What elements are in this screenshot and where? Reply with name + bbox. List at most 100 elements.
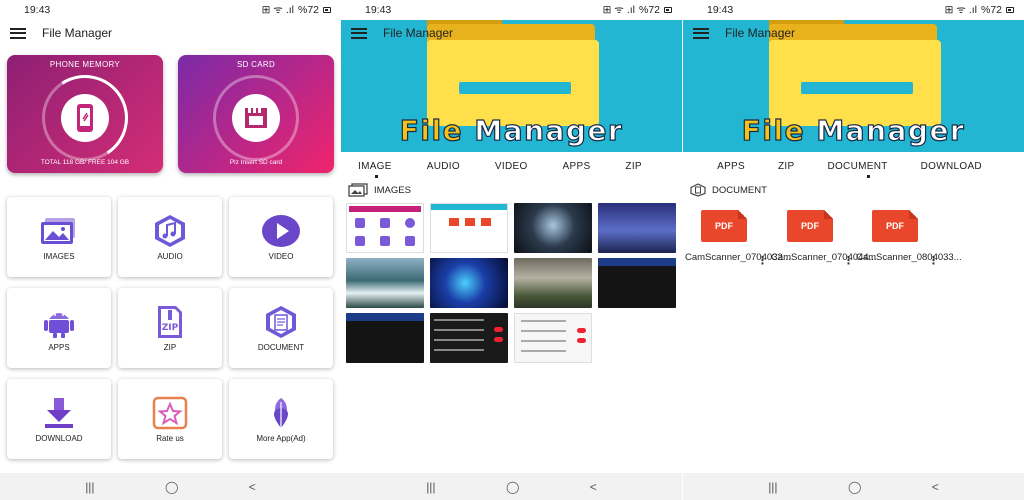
tab-image[interactable]: IMAGE [358,161,392,172]
svg-text:ZIP: ZIP [162,323,179,333]
more-options-icon[interactable]: ⋮ [757,254,768,267]
image-thumbnail[interactable] [514,258,592,308]
status-icons: ⊞ ᯤ .ıl [261,4,294,16]
sd-card-label: SD CARD [236,60,276,69]
document-name: CamScanner_0704044... [771,252,877,263]
images-icon [38,214,80,248]
document-section-header: DOCUMENT [690,183,767,197]
images-section-header: IMAGES [348,183,411,197]
video-label: VIDEO [268,251,294,261]
status-time: 19:43 [707,4,734,16]
system-nav-bar: ||| ◯ < [683,473,1024,500]
more-options-icon[interactable]: ⋮ [843,254,854,267]
document-tile[interactable]: DOCUMENT [229,288,333,368]
battery-icon [1006,7,1014,13]
download-icon [38,396,80,430]
zip-icon: ZIP [149,305,191,339]
home-button[interactable]: ◯ [165,480,178,494]
image-thumbnail[interactable] [430,258,508,308]
tab-image[interactable]: I [683,161,684,172]
documents-screen: 19:43 ⊞ ᯤ .ıl %72 File Manager File Mana… [683,0,1024,500]
recent-apps-button[interactable]: ||| [85,480,94,494]
apps-tile[interactable]: APPS [7,288,111,368]
status-bar: 19:43 ⊞ ᯤ .ıl %72 [683,0,1024,20]
image-thumbnail[interactable] [430,203,508,253]
document-icon [260,305,302,339]
zip-tile[interactable]: ZIP ZIP [118,288,222,368]
menu-icon[interactable] [693,27,709,39]
pdf-icon: PDF [872,210,918,242]
phone-memory-footer: TOTAL 118 GB/ FREE 104 GB [40,159,130,166]
status-time: 19:43 [365,4,392,16]
tab-zip[interactable]: ZIP [778,161,794,172]
home-button[interactable]: ◯ [506,480,519,494]
app-bar: File Manager [683,20,1024,46]
recent-apps-button[interactable]: ||| [768,480,777,494]
tab-video[interactable]: VIDEO [495,161,528,172]
image-thumbnail[interactable] [514,203,592,253]
image-grid [346,203,678,363]
rate-us-label: Rate us [156,433,184,443]
sd-card-icon [232,94,280,142]
android-icon [38,305,80,339]
image-thumbnail[interactable] [346,258,424,308]
tab-apps[interactable]: APPS [717,161,745,172]
banner-title: File Manager [741,113,966,147]
images-tile[interactable]: IMAGES [7,197,111,277]
battery-percent: %72 [980,4,1002,16]
app-bar: File Manager [0,20,341,46]
tab-audio[interactable]: AUDIO [427,161,460,172]
document-icon [690,183,706,197]
images-section-title: IMAGES [374,184,411,196]
category-tabs: I APPS ZIP DOCUMENT DOWNLOAD [683,157,1024,175]
image-thumbnail[interactable] [430,313,508,363]
system-nav-bar: ||| ◯ < [0,473,341,500]
phone-memory-usage-ring [33,66,137,170]
sd-card-card[interactable]: SD CARD Plz Insert SD card [178,55,334,173]
home-button[interactable]: ◯ [848,480,861,494]
download-label: DOWNLOAD [35,433,83,443]
tab-zip[interactable]: ZIP [625,161,641,172]
audio-icon [149,214,191,248]
battery-icon [323,7,331,13]
tab-document[interactable]: DOCUMENT [827,161,887,172]
back-button[interactable]: < [590,480,597,494]
pdf-icon: PDF [787,210,833,242]
images-screen: 19:43 ⊞ ᯤ .ıl %72 File Manager File Mana… [341,0,682,500]
pdf-icon: PDF [701,210,747,242]
phone-memory-card[interactable]: PHONE MEMORY TOTAL 118 GB/ FREE 104 GB [7,55,163,173]
system-nav-bar: ||| ◯ < [341,473,682,500]
battery-percent: %72 [638,4,660,16]
category-tabs: IMAGE AUDIO VIDEO APPS ZIP [341,157,682,175]
recent-apps-button[interactable]: ||| [426,480,435,494]
menu-icon[interactable] [10,27,26,39]
video-tile[interactable]: VIDEO [229,197,333,277]
phone-memory-label: PHONE MEMORY [49,60,121,69]
more-options-icon[interactable]: ⋮ [928,254,939,267]
image-thumbnail[interactable] [598,258,676,308]
image-thumbnail[interactable] [346,203,424,253]
image-thumbnail[interactable] [346,313,424,363]
more-apps-tile[interactable]: More App(Ad) [229,379,333,459]
app-title: File Manager [383,26,454,40]
home-screen: 19:43 ⊞ ᯤ .ıl %72 File Manager PHONE MEM… [0,0,341,500]
rate-us-tile[interactable]: Rate us [118,379,222,459]
category-grid: IMAGES AUDIO VIDEO APPS ZIP ZIP DOCUMENT… [7,197,335,463]
tab-download[interactable]: DOWNLOAD [921,161,982,172]
image-thumbnail[interactable] [598,203,676,253]
banner-title: File Manager [399,113,624,147]
document-name: CamScanner_0804033... [856,252,962,263]
menu-icon[interactable] [351,27,367,39]
back-button[interactable]: < [249,480,256,494]
images-label: IMAGES [43,251,75,261]
back-button[interactable]: < [932,480,939,494]
sd-card-footer: Plz Insert SD card [229,159,283,166]
more-apps-icon [260,396,302,430]
zip-label: ZIP [163,342,177,352]
more-apps-label: More App(Ad) [256,433,306,443]
tab-apps[interactable]: APPS [563,161,591,172]
audio-tile[interactable]: AUDIO [118,197,222,277]
image-thumbnail[interactable] [514,313,592,363]
download-tile[interactable]: DOWNLOAD [7,379,111,459]
status-icons: ⊞ ᯤ .ıl [602,4,635,16]
